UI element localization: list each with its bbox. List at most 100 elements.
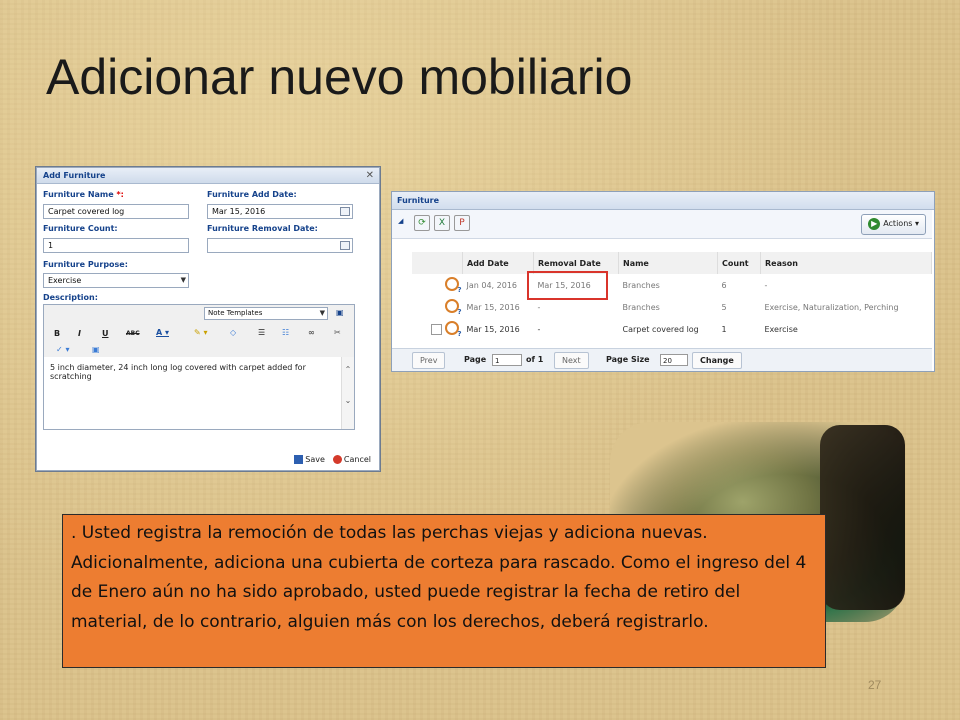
spellcheck-icon[interactable]: ✓ ▾ bbox=[56, 345, 70, 354]
page-label: Page bbox=[464, 355, 487, 364]
name-cell: Branches bbox=[622, 302, 660, 312]
row-icon-cell bbox=[412, 318, 463, 340]
add-date-cell: Jan 04, 2016 bbox=[466, 280, 518, 290]
refresh-icon[interactable]: ⟳ bbox=[414, 215, 430, 231]
removal-date-label: Furniture Removal Date: bbox=[207, 224, 318, 233]
chevron-down-icon: ▼ bbox=[319, 309, 325, 317]
table-row[interactable]: Jan 04, 2016 Mar 15, 2016 Branches 6 - bbox=[412, 274, 932, 296]
add-furniture-dialog: Add Furniture ✕ Furniture Name *: Carpet… bbox=[36, 167, 380, 471]
count-label: Furniture Count: bbox=[43, 224, 118, 233]
description-label: Description: bbox=[43, 293, 98, 302]
reason-cell: Exercise, Naturalization, Perching bbox=[764, 302, 899, 312]
grid-pager: Prev Page 1 of 1 Next Page Size 20 Chang… bbox=[392, 348, 932, 371]
purpose-label: Furniture Purpose: bbox=[43, 260, 128, 269]
reason-cell: - bbox=[764, 280, 768, 290]
count-input[interactable]: 1 bbox=[43, 238, 189, 253]
table-row[interactable]: Mar 15, 2016 - Carpet covered log 1 Exer… bbox=[412, 318, 932, 340]
prev-button[interactable]: Prev bbox=[412, 352, 446, 369]
column-header[interactable]: Add Date bbox=[462, 252, 534, 274]
highlight-color-icon[interactable]: ✎ ▾ bbox=[194, 328, 208, 337]
page-size-label: Page Size bbox=[606, 355, 650, 364]
editor-scrollbar[interactable]: ⌃ ⌄ bbox=[341, 357, 354, 429]
numbered-list-icon[interactable]: ☷ bbox=[282, 328, 289, 337]
cancel-label: Cancel bbox=[343, 455, 371, 464]
save-label: Save bbox=[305, 455, 325, 464]
link-icon[interactable]: ∞ bbox=[308, 328, 315, 337]
furniture-grid: Furniture ◢ ⟳ X P ▶ Actions ▾ Add Date Re… bbox=[391, 191, 935, 372]
italic-button[interactable]: I bbox=[78, 329, 81, 338]
row-icon-cell bbox=[412, 274, 463, 296]
grid-toolbar: ◢ ⟳ X P ▶ Actions ▾ bbox=[392, 210, 932, 239]
description-textarea[interactable]: 5 inch diameter, 24 inch long log covere… bbox=[44, 357, 354, 429]
slide-title: Adicionar nuevo mobiliario bbox=[46, 49, 633, 105]
scroll-down-icon[interactable]: ⌄ bbox=[342, 396, 354, 405]
row-icon-cell bbox=[412, 296, 463, 318]
cancel-button[interactable]: Cancel bbox=[332, 455, 371, 464]
count-cell: 6 bbox=[721, 280, 727, 290]
strikethrough-button[interactable]: ABC bbox=[126, 330, 140, 337]
editor-toolbar: Note Templates ▼ ▣ B I U ABC A ▾ ✎ ▾ ◇ ☰… bbox=[44, 305, 354, 358]
page-number: 27 bbox=[868, 678, 882, 692]
count-cell: 5 bbox=[721, 302, 727, 312]
page-input[interactable]: 1 bbox=[492, 354, 522, 366]
underline-button[interactable]: U bbox=[102, 329, 109, 338]
note-templates-select[interactable]: Note Templates ▼ bbox=[204, 307, 328, 320]
page-of-label: of 1 bbox=[526, 355, 544, 364]
note-templates-label: Note Templates bbox=[208, 309, 263, 317]
excel-export-icon[interactable]: X bbox=[434, 215, 450, 231]
furniture-table: Add Date Removal Date Name Count Reason … bbox=[412, 252, 932, 340]
source-view-icon[interactable]: ▣ bbox=[92, 345, 100, 354]
calendar-icon[interactable] bbox=[340, 207, 350, 216]
name-cell: Branches bbox=[622, 280, 660, 290]
description-editor: Note Templates ▼ ▣ B I U ABC A ▾ ✎ ▾ ◇ ☰… bbox=[43, 304, 355, 430]
caption-box: . Usted registra la remoción de todas la… bbox=[62, 514, 826, 668]
actions-button[interactable]: ▶ Actions ▾ bbox=[861, 214, 926, 235]
cancel-icon bbox=[332, 455, 342, 464]
dialog-title: Add Furniture bbox=[43, 171, 106, 180]
pending-approval-icon[interactable] bbox=[444, 277, 462, 294]
add-date-value: Mar 15, 2016 bbox=[212, 207, 266, 216]
unlink-icon[interactable]: ✂ bbox=[334, 328, 341, 337]
page-size-input[interactable]: 20 bbox=[660, 354, 688, 366]
add-date-cell: Mar 15, 2016 bbox=[466, 302, 520, 312]
eraser-icon[interactable]: ◇ bbox=[230, 328, 236, 337]
close-icon[interactable]: ✕ bbox=[366, 170, 374, 181]
calendar-icon[interactable] bbox=[340, 241, 350, 250]
add-date-label: Furniture Add Date: bbox=[207, 190, 297, 199]
icon-column-header bbox=[412, 252, 463, 274]
edit-checkbox-icon[interactable] bbox=[430, 324, 442, 335]
column-header[interactable]: Reason bbox=[760, 252, 932, 274]
play-icon: ▶ bbox=[868, 217, 881, 230]
scroll-up-icon[interactable]: ⌃ bbox=[342, 365, 354, 374]
pdf-export-icon[interactable]: P bbox=[454, 215, 470, 231]
purpose-select[interactable]: Exercise ▼ bbox=[43, 273, 189, 288]
bulleted-list-icon[interactable]: ☰ bbox=[258, 328, 265, 337]
collapse-icon[interactable]: ◢ bbox=[398, 217, 403, 225]
furniture-name-label: Furniture Name *: bbox=[43, 190, 124, 199]
add-date-input[interactable]: Mar 15, 2016 bbox=[207, 204, 353, 219]
furniture-name-input[interactable]: Carpet covered log bbox=[43, 204, 189, 219]
purpose-value: Exercise bbox=[48, 276, 82, 285]
column-header[interactable]: Count bbox=[717, 252, 761, 274]
grid-header: Furniture bbox=[392, 192, 934, 210]
bold-button[interactable]: B bbox=[54, 329, 60, 338]
pending-approval-icon[interactable] bbox=[444, 299, 462, 316]
photo-shadow bbox=[820, 425, 905, 610]
font-color-icon[interactable]: A ▾ bbox=[156, 328, 169, 337]
removal-date-input[interactable] bbox=[207, 238, 353, 253]
add-date-cell: Mar 15, 2016 bbox=[466, 324, 520, 334]
column-header[interactable]: Name bbox=[618, 252, 718, 274]
removal-date-highlight bbox=[527, 271, 608, 300]
save-button[interactable]: Save bbox=[294, 455, 325, 464]
floppy-icon bbox=[294, 455, 304, 464]
pending-approval-icon[interactable] bbox=[444, 321, 462, 338]
reason-cell: Exercise bbox=[764, 324, 798, 334]
removal-date-cell: - bbox=[537, 324, 541, 334]
name-cell: Carpet covered log bbox=[622, 324, 699, 334]
next-button[interactable]: Next bbox=[554, 352, 589, 369]
dialog-footer: Save Cancel bbox=[294, 455, 371, 464]
dialog-header: Add Furniture ✕ bbox=[37, 168, 379, 184]
table-row[interactable]: Mar 15, 2016 - Branches 5 Exercise, Natu… bbox=[412, 296, 932, 318]
change-button[interactable]: Change bbox=[692, 352, 742, 369]
save-template-icon[interactable]: ▣ bbox=[336, 308, 344, 317]
